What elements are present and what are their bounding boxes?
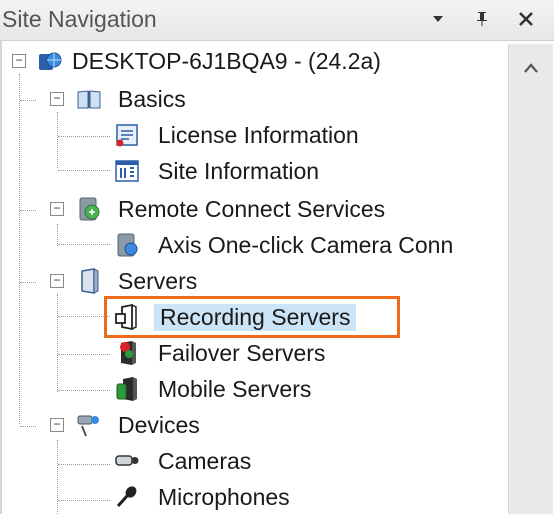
scroll-up-button[interactable] [509, 52, 553, 82]
pin-icon [477, 12, 487, 26]
tree-item-label: Cameras [158, 448, 252, 474]
tree-item-label: Devices [118, 412, 200, 438]
tree-item-license-information[interactable]: License Information [0, 118, 508, 154]
tree-item-label: Servers [118, 268, 198, 294]
close-icon [519, 12, 533, 26]
tree-item-remote-connect-services[interactable]: − Remote Connect Services [0, 192, 508, 228]
close-button[interactable] [512, 4, 540, 33]
devices-icon [77, 415, 99, 437]
collapse-toggle[interactable]: − [50, 92, 64, 106]
panel-title: Site Navigation [2, 6, 157, 32]
tree-item-failover-servers[interactable]: Failover Servers [0, 336, 508, 372]
vertical-scrollbar[interactable] [508, 44, 553, 514]
tree-item-label: Site Information [158, 158, 320, 184]
tree-item-basics[interactable]: − Basics [0, 82, 508, 118]
dropdown-button[interactable] [424, 4, 452, 32]
collapse-toggle[interactable]: − [50, 418, 64, 432]
tree-item-devices[interactable]: − Devices [0, 408, 508, 444]
book-icon [77, 90, 101, 109]
microphone-icon [116, 486, 137, 508]
license-icon [116, 124, 138, 147]
axis-camera-icon [117, 233, 138, 257]
tree-item-label: License Information [158, 122, 359, 148]
camera-icon [115, 455, 139, 466]
chevron-up-icon [524, 63, 538, 73]
info-icon [115, 160, 139, 182]
tree-item-label: Axis One-click Camera Conn [158, 232, 454, 258]
server-globe-icon [39, 52, 62, 70]
tree-item-servers[interactable]: − Servers [0, 264, 508, 300]
remote-connect-icon [79, 197, 100, 221]
tree-item-cameras[interactable]: Cameras [0, 444, 508, 480]
panel-titlebar: Site Navigation [0, 0, 554, 41]
pin-button[interactable] [468, 4, 496, 34]
collapse-toggle[interactable]: − [12, 54, 26, 68]
servers-icon [81, 268, 99, 294]
tree-item-label: Basics [118, 86, 186, 112]
tree-item-label: Failover Servers [158, 340, 326, 366]
collapse-toggle[interactable]: − [50, 202, 64, 216]
highlight-annotation [104, 296, 400, 338]
failover-server-icon [120, 341, 136, 365]
collapse-toggle[interactable]: − [50, 274, 64, 288]
tree-item-mobile-servers[interactable]: Mobile Servers [0, 372, 508, 408]
tree-item-label: Remote Connect Services [118, 196, 386, 222]
mobile-server-icon [116, 377, 137, 401]
tree-item-site-information[interactable]: Site Information [0, 154, 508, 190]
tree-item-axis-one-click[interactable]: Axis One-click Camera Conn [0, 228, 508, 264]
tree-item-root[interactable]: − DESKTOP-6J1BQA9 - (24.2a) [0, 44, 508, 80]
tree-item-label: Microphones [158, 484, 290, 510]
tree-item-microphones[interactable]: Microphones [0, 480, 508, 516]
site-navigation-tree: − DESKTOP-6J1BQA9 - (24.2a) − Basics Lic… [0, 40, 508, 514]
chevron-down-icon [433, 16, 443, 22]
tree-item-label: Mobile Servers [158, 376, 312, 402]
tree-item-label: DESKTOP-6J1BQA9 - (24.2a) [72, 48, 381, 74]
